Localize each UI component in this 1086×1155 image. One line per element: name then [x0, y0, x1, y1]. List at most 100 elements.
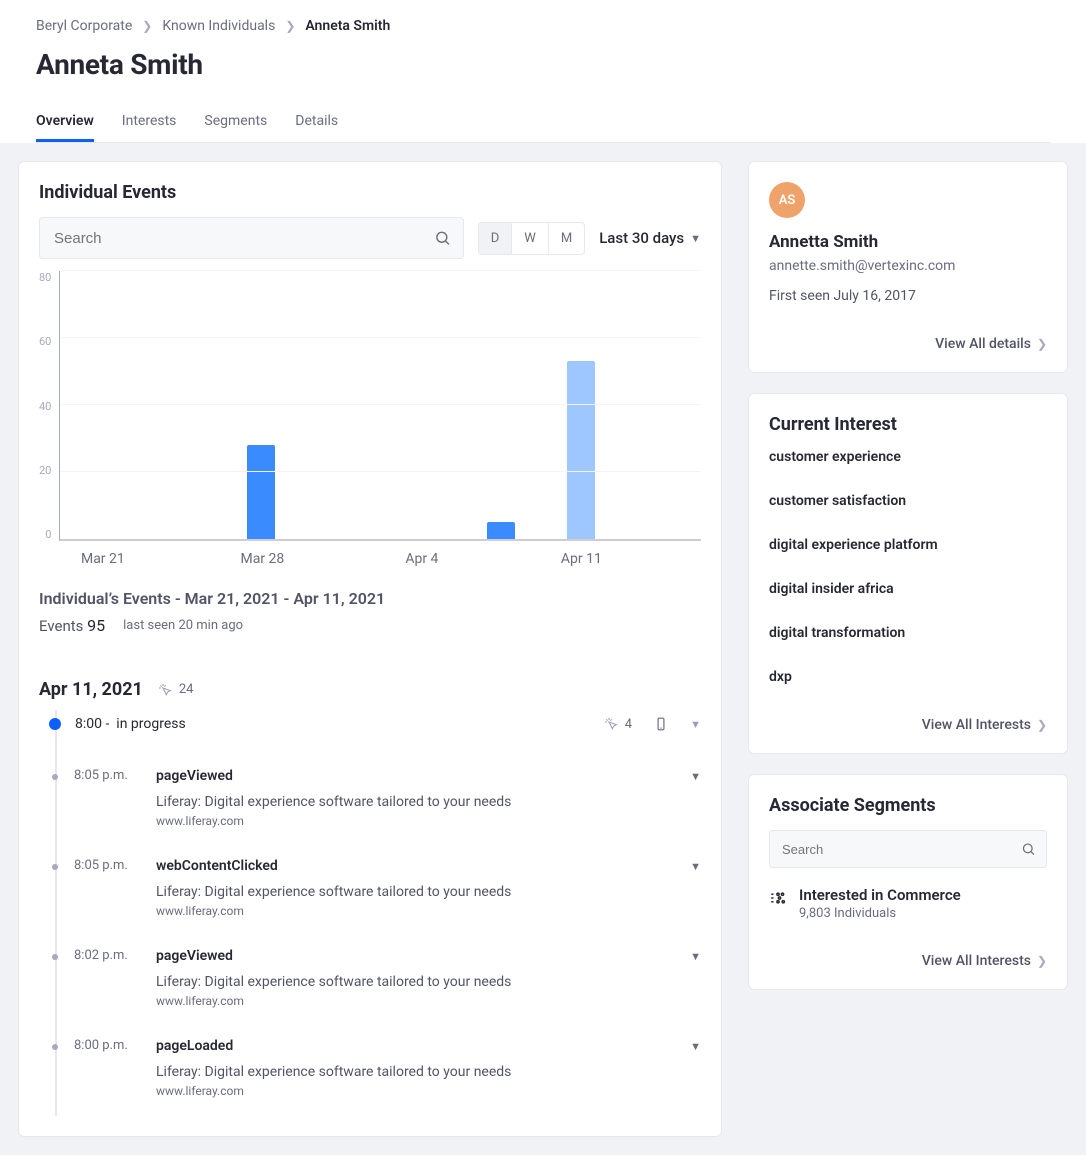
session-event-count: 4	[603, 716, 632, 732]
bullet-icon	[52, 864, 58, 870]
chevron-right-icon: ❯	[285, 19, 295, 33]
view-all-segments-link[interactable]: View All Interests❯	[922, 953, 1047, 969]
bullet-icon	[52, 1044, 58, 1050]
x-tick: Mar 21	[63, 541, 143, 567]
events-count: Events 95	[39, 616, 105, 635]
session-dot-icon	[49, 718, 61, 730]
interest-item[interactable]: dxp	[769, 669, 1047, 685]
interest-item[interactable]: digital insider africa	[769, 581, 1047, 597]
events-search-input[interactable]	[52, 229, 434, 248]
caret-down-icon[interactable]: ▼	[690, 768, 701, 828]
interest-item[interactable]: customer satisfaction	[769, 493, 1047, 509]
y-tick: 80	[39, 271, 51, 284]
events-chart: 806040200 Mar 21Mar 28Apr 4Apr 11	[39, 271, 701, 567]
caret-down-icon[interactable]: ▼	[690, 718, 701, 731]
period-toggle: DWM	[478, 222, 585, 255]
current-interest-card: Current Interest customer experience cust…	[748, 393, 1068, 754]
caret-down-icon[interactable]: ▼	[690, 948, 701, 1008]
date-range-dropdown[interactable]: Last 30 days ▼	[599, 229, 701, 247]
chart-bar[interactable]	[247, 445, 275, 539]
chevron-right-icon: ❯	[1037, 954, 1047, 968]
timeline-date: Apr 11, 2021	[39, 679, 143, 700]
chevron-right-icon: ❯	[1037, 337, 1047, 351]
x-tick: Mar 28	[223, 541, 303, 567]
chevron-right-icon: ❯	[142, 19, 152, 33]
date-range-label: Last 30 days	[599, 229, 684, 247]
session-time: 8:00 -	[75, 716, 109, 732]
event-time: 8:05 p.m.	[74, 768, 140, 828]
interest-item[interactable]: customer experience	[769, 449, 1047, 465]
bullet-icon	[52, 774, 58, 780]
tab-segments[interactable]: Segments	[204, 103, 267, 142]
individual-events-title: Individual Events	[39, 182, 701, 203]
x-tick: Apr 11	[542, 541, 622, 567]
interest-item[interactable]: digital transformation	[769, 625, 1047, 641]
y-tick: 0	[45, 528, 51, 541]
period-m-button[interactable]: M	[549, 223, 584, 254]
associate-segments-title: Associate Segments	[769, 795, 1047, 816]
individual-events-card: Individual Events DWM Last 30 days ▼ 80 6…	[18, 161, 722, 1137]
caret-down-icon[interactable]: ▼	[690, 858, 701, 918]
timeline-day-count: 24	[157, 682, 194, 698]
caret-down-icon[interactable]: ▼	[690, 1038, 701, 1098]
breadcrumb: Beryl Corporate ❯ Known Individuals ❯ An…	[36, 18, 1050, 34]
tab-overview[interactable]: Overview	[36, 103, 94, 142]
view-all-details-link[interactable]: View All details❯	[935, 336, 1047, 352]
chart-bar[interactable]	[567, 361, 595, 539]
interest-item[interactable]: digital experience platform	[769, 537, 1047, 553]
identity-name: Annetta Smith	[769, 232, 1047, 252]
timeline-event: 8:02 p.m. pageViewed Liferay: Digital expe…	[49, 936, 701, 1026]
event-url: www.liferay.com	[156, 994, 674, 1008]
timeline-event: 8:05 p.m. pageViewed Liferay: Digital expe…	[49, 756, 701, 846]
period-w-button[interactable]: W	[512, 223, 549, 254]
timeline-session[interactable]: 8:00 - in progress 4 ▼	[49, 710, 701, 756]
caret-down-icon: ▼	[690, 232, 701, 245]
segments-search[interactable]	[769, 830, 1047, 868]
y-tick: 60	[39, 335, 51, 348]
event-name: webContentClicked	[156, 858, 674, 874]
cursor-click-icon	[603, 716, 619, 732]
event-desc: Liferay: Digital experience software tai…	[156, 884, 674, 900]
event-desc: Liferay: Digital experience software tai…	[156, 794, 674, 810]
identity-card: AS Annetta Smith annette.smith@vertexinc…	[748, 161, 1068, 373]
event-name: pageViewed	[156, 768, 674, 784]
mobile-icon	[654, 717, 668, 731]
page-title: Anneta Smith	[36, 48, 1050, 81]
current-interest-title: Current Interest	[769, 414, 1047, 435]
event-name: pageLoaded	[156, 1038, 674, 1054]
event-time: 8:00 p.m.	[74, 1038, 140, 1098]
chart-summary-title: Individual’s Events - Mar 21, 2021 - Apr…	[39, 589, 701, 608]
y-tick: 40	[39, 400, 51, 413]
events-search[interactable]	[39, 217, 464, 259]
event-name: pageViewed	[156, 948, 674, 964]
event-url: www.liferay.com	[156, 814, 674, 828]
segments-search-input[interactable]	[780, 841, 1021, 858]
cursor-click-icon	[157, 682, 173, 698]
breadcrumb-current: Anneta Smith	[305, 18, 390, 34]
period-d-button[interactable]: D	[479, 223, 513, 254]
chart-bar[interactable]	[487, 522, 515, 539]
timeline-event: 8:05 p.m. webContentClicked Liferay: Digit…	[49, 846, 701, 936]
event-desc: Liferay: Digital experience software tai…	[156, 974, 674, 990]
bullet-icon	[52, 954, 58, 960]
tab-interests[interactable]: Interests	[122, 103, 177, 142]
view-all-interests-link[interactable]: View All Interests❯	[922, 717, 1047, 733]
event-time: 8:02 p.m.	[74, 948, 140, 1008]
session-status: in progress	[116, 716, 185, 732]
avatar: AS	[769, 182, 805, 218]
breadcrumb-root[interactable]: Beryl Corporate	[36, 18, 132, 34]
last-seen: last seen 20 min ago	[123, 618, 243, 633]
associate-segments-card: Associate Segments Interested in Commerc…	[748, 774, 1068, 990]
tab-details[interactable]: Details	[295, 103, 338, 142]
segment-item[interactable]: Interested in Commerce9,803 Individuals	[769, 886, 1047, 921]
search-icon	[434, 229, 451, 247]
event-url: www.liferay.com	[156, 1084, 674, 1098]
chevron-right-icon: ❯	[1037, 718, 1047, 732]
identity-first-seen: First seen July 16, 2017	[769, 288, 1047, 304]
segment-icon	[769, 889, 787, 907]
timeline-event: 8:00 p.m.pageLoadedLiferay: Digital expe…	[49, 1026, 701, 1116]
x-tick: Apr 4	[382, 541, 462, 567]
breadcrumb-known-individuals[interactable]: Known Individuals	[162, 18, 275, 34]
event-url: www.liferay.com	[156, 904, 674, 918]
event-time: 8:05 p.m.	[74, 858, 140, 918]
